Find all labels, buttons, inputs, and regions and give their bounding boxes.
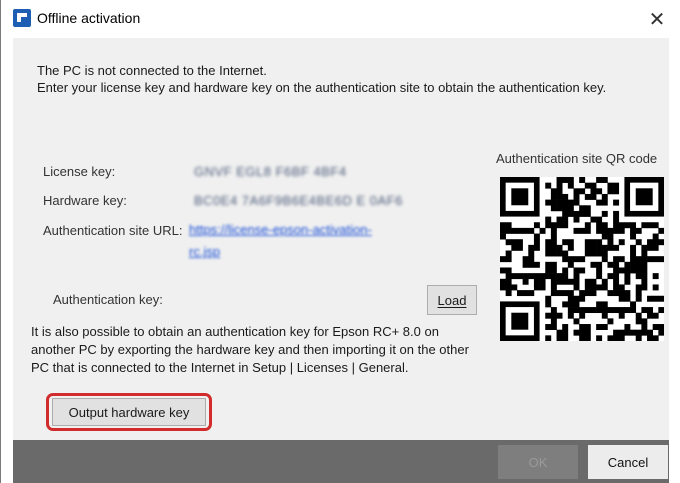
output-hardware-key-button[interactable]: Output hardware key xyxy=(52,398,206,426)
auth-site-url-line-2: rc.jsp xyxy=(189,244,221,259)
auth-site-url-label: Authentication site URL: xyxy=(43,223,183,238)
close-button[interactable]: ✕ xyxy=(634,0,680,38)
hardware-key-label: Hardware key: xyxy=(43,193,127,208)
intro-line-2: Enter your license key and hardware key … xyxy=(37,80,607,95)
auth-site-url-link[interactable]: https://license-epson-activation- rc.jsp xyxy=(189,219,372,263)
ok-button[interactable]: OK xyxy=(498,445,578,479)
qr-code xyxy=(500,177,665,342)
qr-code-title: Authentication site QR code xyxy=(496,151,658,166)
output-hardware-key-label: Output hardware key xyxy=(68,404,190,420)
qr-code-image xyxy=(500,177,665,342)
dialog-content: The PC is not connected to the Internet.… xyxy=(13,38,669,440)
cancel-button[interactable]: Cancel xyxy=(588,445,668,479)
dialog-footer: OK Cancel xyxy=(13,440,669,483)
auth-site-url-line-1: https://license-epson-activation- xyxy=(189,222,372,237)
intro-line-1: The PC is not connected to the Internet. xyxy=(37,63,267,78)
load-button-label: Load xyxy=(437,292,467,308)
intro-text: The PC is not connected to the Internet.… xyxy=(37,62,606,96)
license-key-label: License key: xyxy=(43,164,116,179)
export-note: It is also possible to obtain an authent… xyxy=(31,324,469,375)
auth-key-label: Authentication key: xyxy=(53,292,163,307)
license-key-value: GNVF EGL8 F6BF 4BF4 xyxy=(194,164,347,179)
hardware-key-value: BC0E4 7A6F9B6E4BE6D E 0AF6 xyxy=(194,193,403,208)
window-title: Offline activation xyxy=(37,10,141,26)
load-button[interactable]: Load xyxy=(427,285,477,315)
app-icon xyxy=(13,9,31,27)
offline-activation-dialog: Offline activation ✕ The PC is not conne… xyxy=(0,0,680,483)
title-bar: Offline activation ✕ xyxy=(1,0,680,38)
